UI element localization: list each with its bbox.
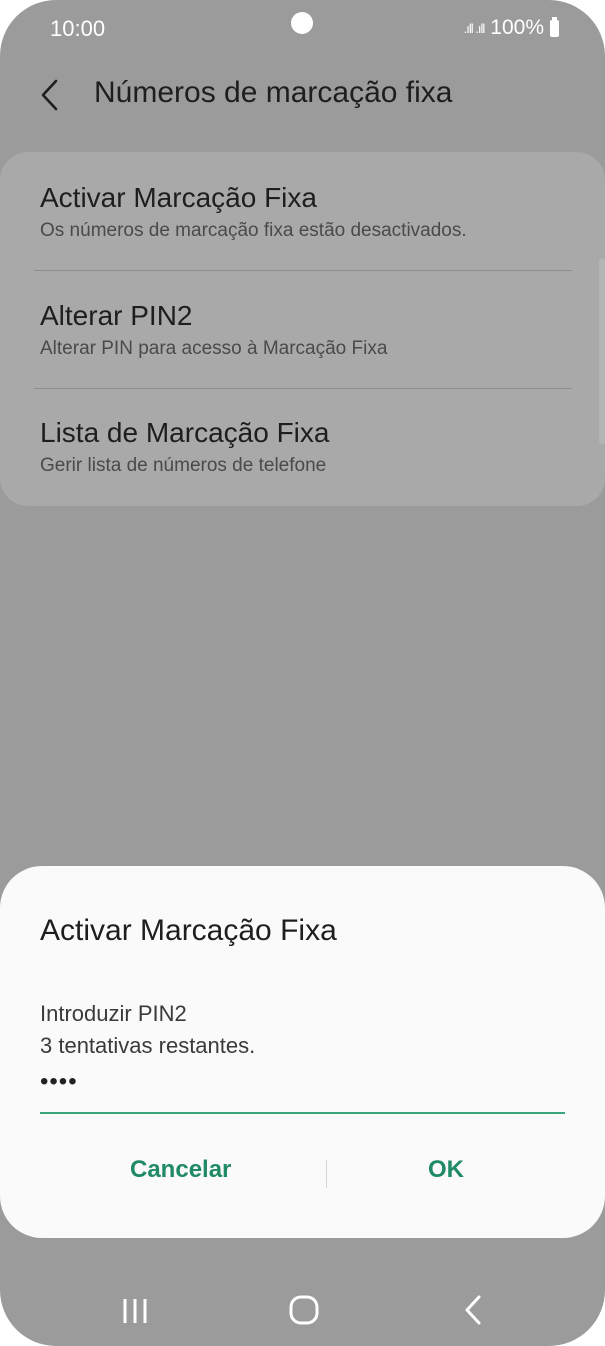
- pin-input[interactable]: ••••: [40, 1068, 78, 1096]
- dialog-title: Activar Marcação Fixa: [40, 914, 337, 947]
- page-title: Números de marcação fixa: [94, 76, 453, 109]
- status-bar: 10:00 .ıll .ıll 100%: [0, 0, 605, 60]
- divider: [34, 388, 572, 389]
- battery-percent: 100%: [490, 16, 544, 39]
- recent-apps-icon[interactable]: [120, 1296, 150, 1326]
- battery-icon: [550, 16, 559, 37]
- status-right: .ıll .ıll 100%: [464, 16, 559, 40]
- cancel-button[interactable]: Cancelar: [130, 1156, 231, 1184]
- navigation-bar: [0, 1270, 605, 1346]
- menu-item-subtitle: Os números de marcação fixa estão desact…: [40, 220, 467, 241]
- menu-item-title: Lista de Marcação Fixa: [40, 417, 330, 448]
- chevron-left-icon[interactable]: [36, 78, 66, 112]
- phone-screen: 10:00 .ıll .ıll 100% Números de marcação…: [0, 0, 605, 1346]
- pin-input-underline: [40, 1112, 565, 1114]
- menu-item-subtitle: Gerir lista de números de telefone: [40, 455, 327, 476]
- scrollbar[interactable]: [599, 258, 605, 444]
- home-icon[interactable]: [288, 1294, 320, 1326]
- ok-button[interactable]: OK: [428, 1156, 464, 1184]
- menu-item-title: Alterar PIN2: [40, 300, 193, 331]
- status-time: 10:00: [50, 16, 106, 41]
- settings-card: Activar Marcação Fixa Os números de marc…: [0, 152, 605, 506]
- signal-icon: .ıll .ıll: [463, 20, 486, 36]
- menu-item-activar[interactable]: Activar Marcação Fixa Os números de marc…: [40, 182, 580, 242]
- menu-item-alterar-pin2[interactable]: Alterar PIN2 Alterar PIN para acesso à M…: [40, 300, 580, 360]
- camera-cutout: [291, 12, 313, 34]
- menu-item-title: Activar Marcação Fixa: [40, 182, 317, 213]
- app-header: Números de marcação fixa: [0, 60, 605, 130]
- menu-item-lista[interactable]: Lista de Marcação Fixa Gerir lista de nú…: [40, 417, 580, 477]
- nav-back-icon[interactable]: [462, 1294, 486, 1326]
- dialog-message-line2: 3 tentativas restantes.: [40, 1033, 256, 1058]
- dialog-message: Introduzir PIN2 3 tentativas restantes.: [40, 998, 255, 1062]
- dialog-message-line1: Introduzir PIN2: [40, 1001, 187, 1026]
- divider: [34, 270, 572, 271]
- menu-item-subtitle: Alterar PIN para acesso à Marcação Fixa: [40, 338, 388, 359]
- button-separator: [326, 1160, 327, 1188]
- pin-dialog: Activar Marcação Fixa Introduzir PIN2 3 …: [0, 866, 605, 1238]
